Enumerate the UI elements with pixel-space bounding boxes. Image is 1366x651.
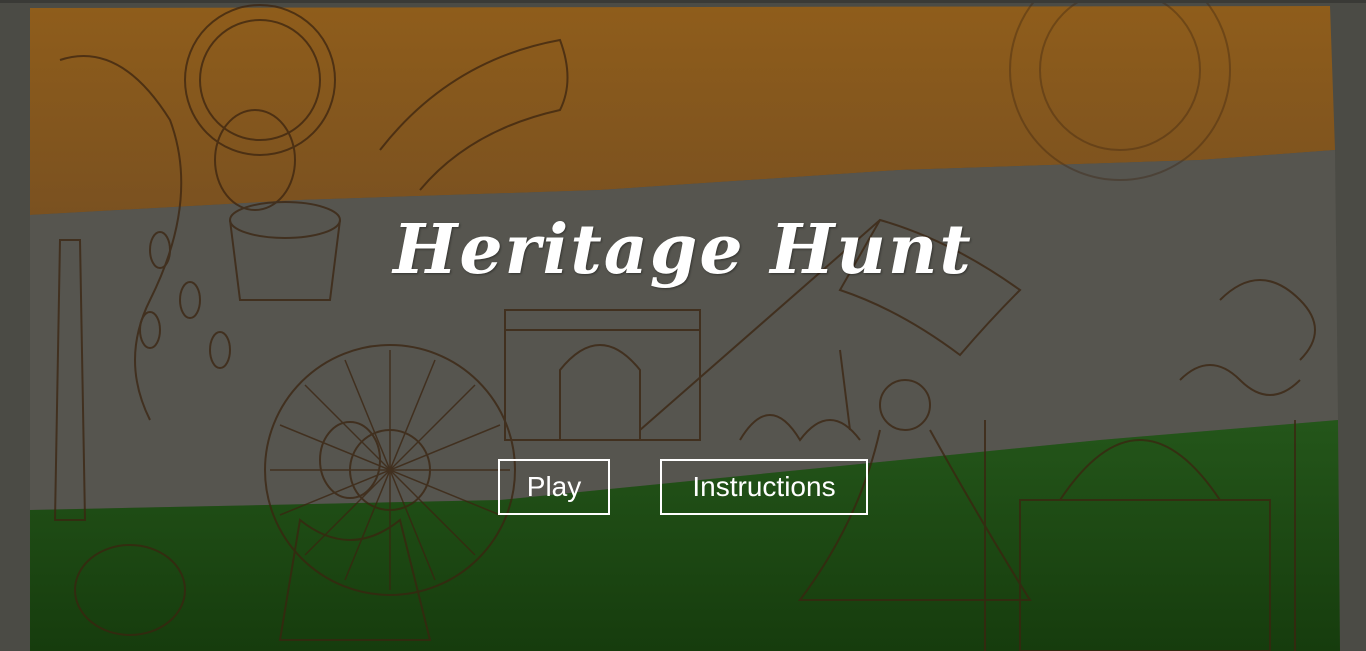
game-screen: Heritage Hunt Play Instructions (0, 0, 1366, 651)
play-button[interactable]: Play (498, 459, 610, 515)
instructions-button[interactable]: Instructions (660, 459, 868, 515)
top-border (0, 0, 1366, 3)
dim-overlay (0, 0, 1366, 651)
game-title: Heritage Hunt (393, 210, 973, 290)
